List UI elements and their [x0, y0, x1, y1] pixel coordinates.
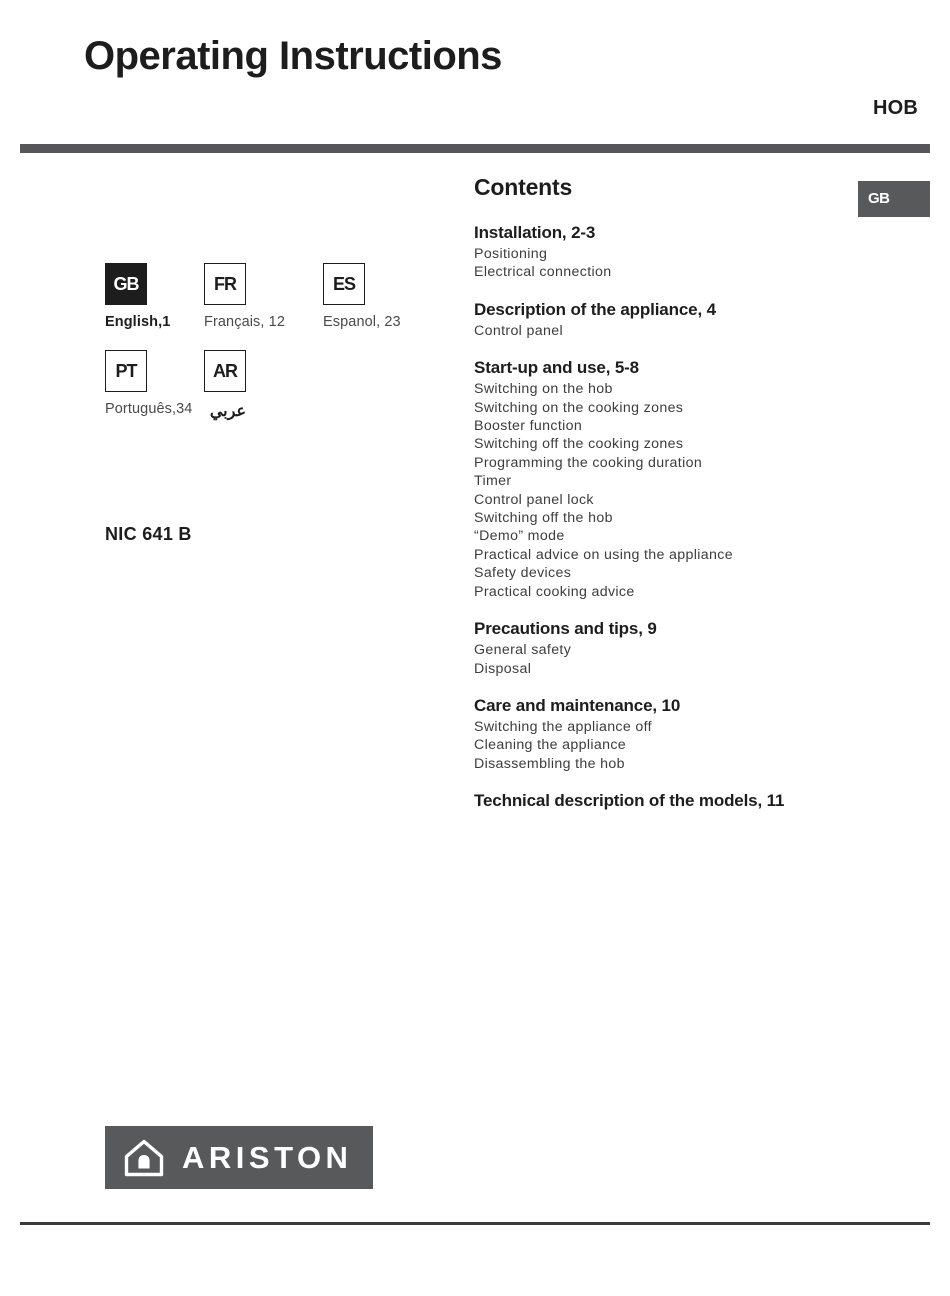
- toc-item[interactable]: Disassembling the hob: [474, 755, 894, 773]
- language-row: GB English,1 FR Français, 12 ES Espanol,…: [105, 263, 445, 350]
- toc-item[interactable]: Switching on the cooking zones: [474, 399, 894, 417]
- toc-section-heading[interactable]: Start-up and use, 5-8: [474, 358, 894, 378]
- flag-code-fr: FR: [214, 273, 237, 294]
- toc-item-list: General safety Disposal: [474, 641, 894, 678]
- flag-box-fr: FR: [204, 263, 246, 305]
- language-option-gb[interactable]: GB English,1: [105, 263, 170, 330]
- flag-box-pt: PT: [105, 350, 147, 392]
- flag-code-gb: GB: [113, 273, 140, 294]
- toc-item[interactable]: Cleaning the appliance: [474, 736, 894, 754]
- toc-item[interactable]: Positioning: [474, 245, 894, 263]
- toc-section: Start-up and use, 5-8 Switching on the ho…: [474, 358, 894, 601]
- toc-section: Technical description of the models, 11: [474, 791, 894, 811]
- toc-item[interactable]: Control panel: [474, 322, 894, 340]
- contents-title: Contents: [474, 174, 573, 200]
- flag-caption-fr: Français, 12: [204, 314, 285, 330]
- toc-section: Description of the appliance, 4 Control p…: [474, 300, 894, 340]
- flag-caption-pt: Português,34: [105, 401, 193, 417]
- toc-section-heading[interactable]: Description of the appliance, 4: [474, 300, 894, 320]
- toc-item[interactable]: Disposal: [474, 660, 894, 678]
- flag-box-gb: GB: [105, 263, 147, 305]
- toc-item[interactable]: Control panel lock: [474, 491, 894, 509]
- header-divider: [20, 144, 930, 153]
- toc-item-list: Control panel: [474, 322, 894, 340]
- flag-box-ar: AR: [204, 350, 246, 392]
- toc-section: Care and maintenance, 10 Switching the ap…: [474, 696, 894, 773]
- brand-logo: ARISTON: [105, 1126, 373, 1189]
- table-of-contents: Contents Installation, 2-3 Positioning Ele…: [474, 174, 894, 813]
- page-title: Operating Instructions: [84, 34, 502, 78]
- toc-section-heading[interactable]: Technical description of the models, 11: [474, 791, 894, 811]
- flag-code-pt: PT: [115, 360, 137, 381]
- toc-item-list: Switching the appliance off Cleaning the …: [474, 718, 894, 773]
- toc-item[interactable]: Switching off the hob: [474, 509, 894, 527]
- toc-section-heading[interactable]: Precautions and tips, 9: [474, 619, 894, 639]
- flag-code-es: ES: [332, 273, 356, 294]
- model-number: NIC 641 B: [105, 524, 192, 544]
- toc-item[interactable]: Practical cooking advice: [474, 583, 894, 601]
- toc-item[interactable]: Switching on the hob: [474, 380, 894, 398]
- language-row: PT Português,34 AR عربي: [105, 350, 445, 437]
- language-option-pt[interactable]: PT Português,34: [105, 350, 192, 417]
- language-option-ar[interactable]: AR عربي: [204, 350, 246, 421]
- flag-caption-gb: English,1: [105, 314, 171, 330]
- toc-section: Installation, 2-3 Positioning Electrical c…: [474, 223, 894, 282]
- language-selector: GB English,1 FR Français, 12 ES Espanol,…: [105, 263, 445, 437]
- toc-item-list: Positioning Electrical connection: [474, 245, 894, 282]
- toc-item[interactable]: Safety devices: [474, 564, 894, 582]
- toc-section-heading[interactable]: Care and maintenance, 10: [474, 696, 894, 716]
- toc-item[interactable]: Programming the cooking duration: [474, 454, 894, 472]
- toc-item[interactable]: Switching off the cooking zones: [474, 435, 894, 453]
- flag-box-es: ES: [323, 263, 365, 305]
- footer-divider: [20, 1222, 930, 1225]
- toc-item[interactable]: General safety: [474, 641, 894, 659]
- flag-code-ar: AR: [213, 360, 238, 381]
- flag-caption-es: Espanol, 23: [323, 314, 401, 330]
- toc-item[interactable]: Practical advice on using the appliance: [474, 546, 894, 564]
- toc-item[interactable]: Switching the appliance off: [474, 718, 894, 736]
- toc-item[interactable]: “Demo” mode: [474, 527, 894, 545]
- toc-item[interactable]: Booster function: [474, 417, 894, 435]
- toc-section-heading[interactable]: Installation, 2-3: [474, 223, 894, 243]
- house-icon: [124, 1139, 164, 1176]
- flag-caption-ar: عربي: [209, 403, 246, 420]
- appliance-type-label: HOB: [872, 97, 918, 119]
- brand-name: ARISTON: [182, 1139, 353, 1175]
- language-option-fr[interactable]: FR Français, 12: [204, 263, 285, 330]
- contents-sections: Installation, 2-3 Positioning Electrical c…: [474, 223, 894, 811]
- toc-item[interactable]: Timer: [474, 472, 894, 490]
- language-option-es[interactable]: ES Espanol, 23: [323, 263, 401, 330]
- toc-item-list: Switching on the hob Switching on the coo…: [474, 380, 894, 601]
- toc-item[interactable]: Electrical connection: [474, 263, 894, 281]
- toc-section: Precautions and tips, 9 General safety Dis…: [474, 619, 894, 678]
